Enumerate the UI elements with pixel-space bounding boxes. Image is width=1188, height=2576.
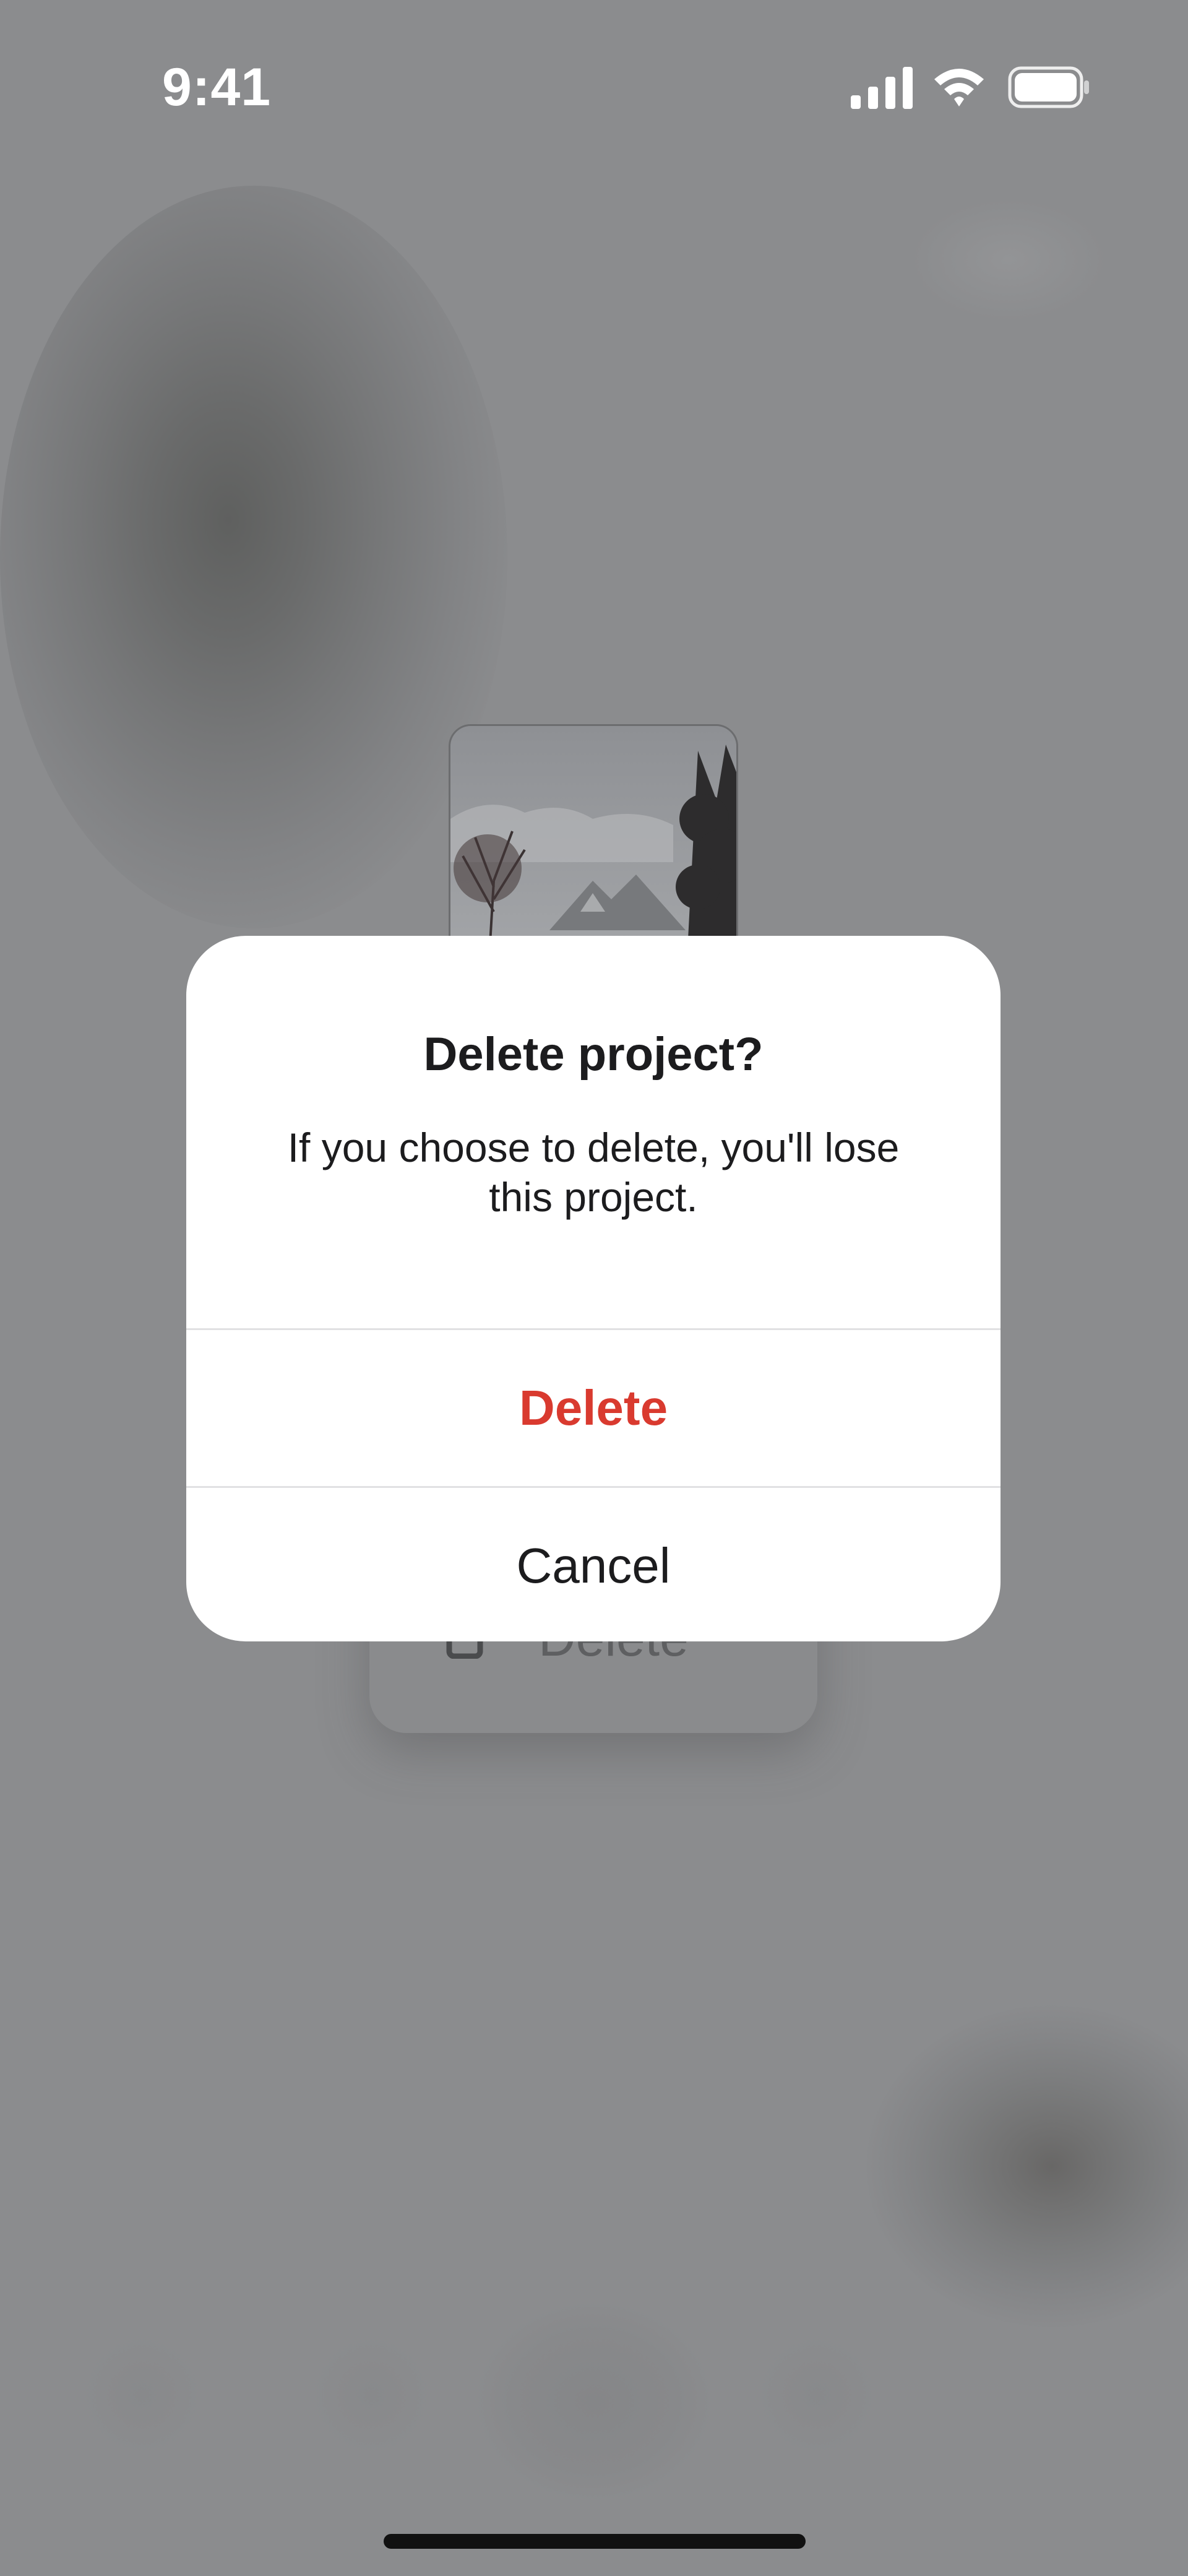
alert-title: Delete project? bbox=[423, 1028, 764, 1081]
status-icons bbox=[851, 66, 1089, 109]
background-blur-shape bbox=[0, 186, 507, 928]
dimmed-record-button bbox=[476, 2302, 712, 2500]
dimmed-toolbar-item bbox=[309, 2333, 433, 2457]
status-time: 9:41 bbox=[162, 58, 272, 117]
dimmed-toolbar-item bbox=[80, 2333, 204, 2457]
dimmed-toolbar-item bbox=[755, 2333, 879, 2457]
cellular-signal-icon bbox=[851, 67, 913, 109]
battery-icon bbox=[1008, 66, 1089, 108]
delete-project-alert: Delete project? If you choose to delete,… bbox=[186, 936, 1001, 1641]
wifi-icon bbox=[934, 69, 984, 106]
cancel-button[interactable]: Cancel bbox=[186, 1488, 1001, 1641]
delete-button[interactable]: Delete bbox=[186, 1330, 1001, 1486]
home-indicator[interactable] bbox=[384, 2534, 806, 2549]
background-blur-shape bbox=[866, 2005, 1188, 2327]
alert-message: If you choose to delete, you'll lose thi… bbox=[287, 1125, 900, 1220]
background-blur-shape bbox=[910, 198, 1108, 322]
